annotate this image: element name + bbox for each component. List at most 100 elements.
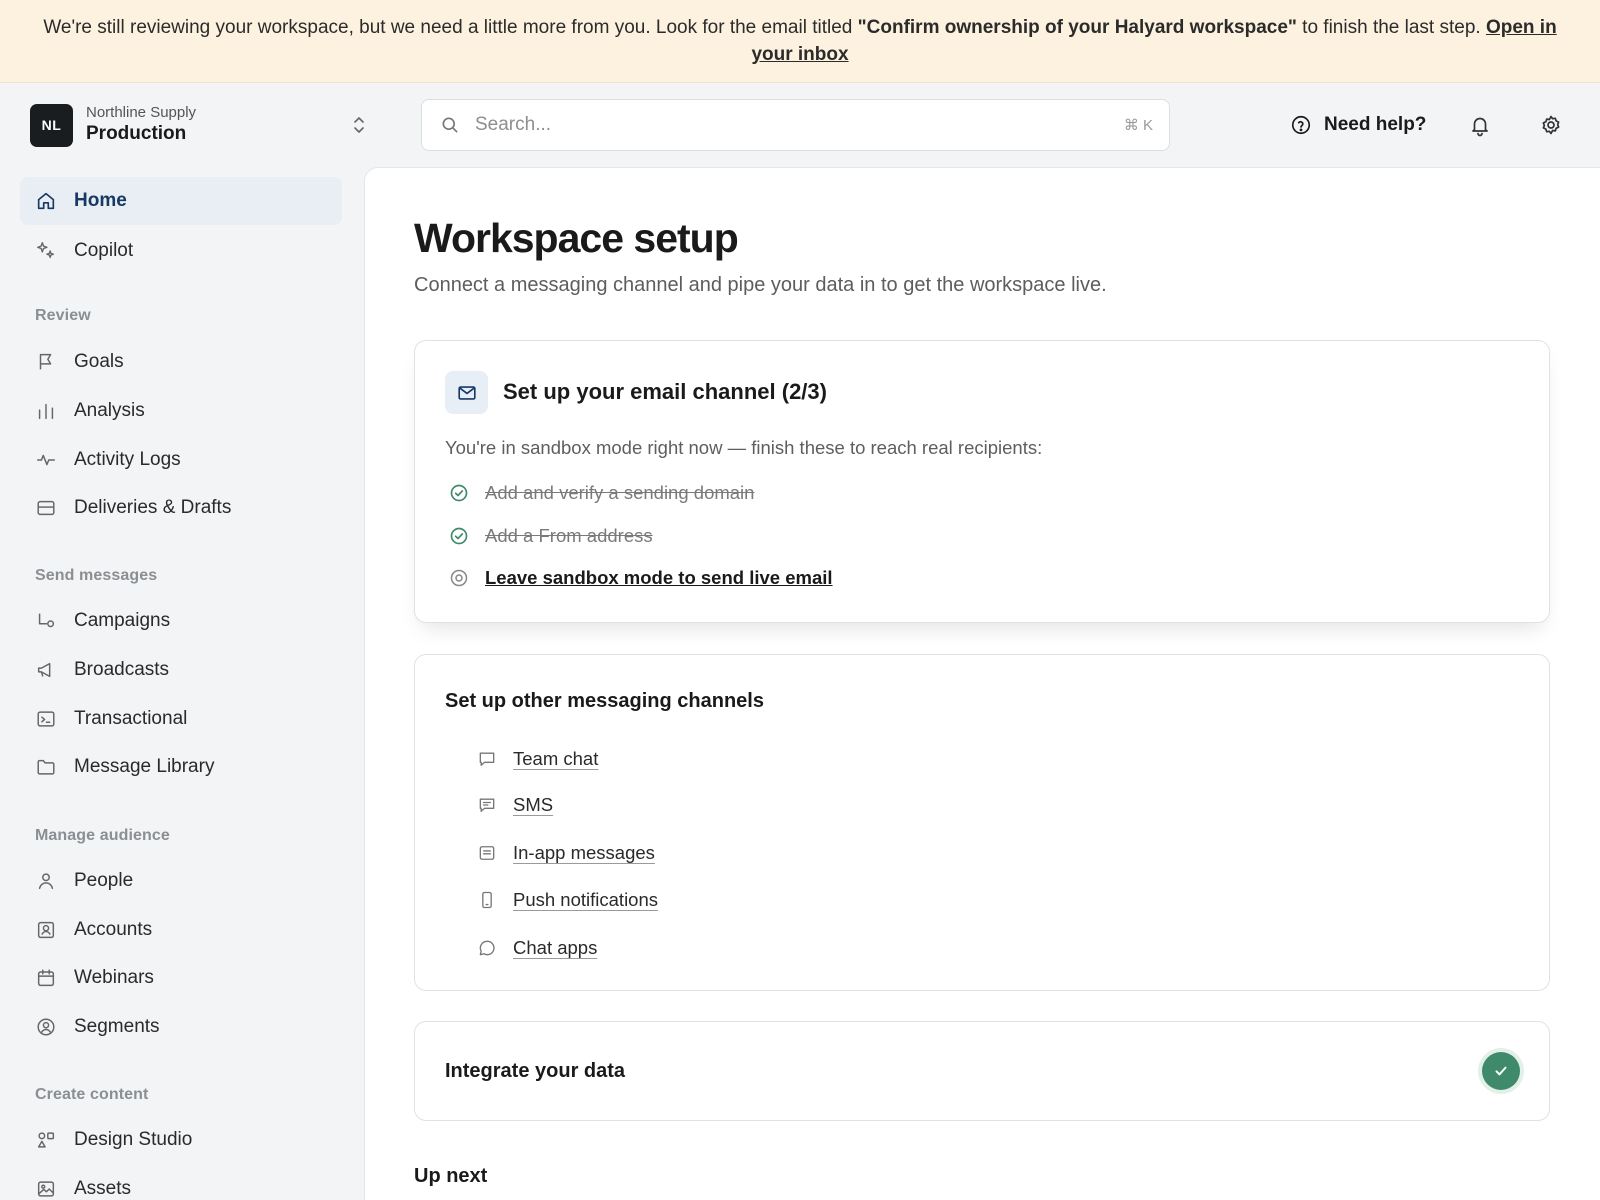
- sidebar-item-label: Home: [74, 190, 127, 211]
- banner-text: We're still reviewing your workspace, bu…: [43, 17, 858, 38]
- message-lines-icon: [479, 798, 495, 812]
- channel-in-app[interactable]: In-app messages: [477, 842, 655, 864]
- sidebar-item-label: Segments: [74, 1016, 160, 1037]
- nav-section-manage-audience: Manage audience: [35, 827, 170, 844]
- search-icon: [442, 117, 458, 133]
- channel-team-chat[interactable]: Team chat: [477, 748, 598, 770]
- sidebar-item-deliveries[interactable]: Deliveries & Drafts: [20, 484, 342, 532]
- sidebar-item-analysis[interactable]: Analysis: [20, 387, 342, 435]
- target-circle-icon: [450, 569, 468, 587]
- email-channel-icon-tile: [445, 371, 488, 414]
- sidebar-item-people[interactable]: People: [20, 857, 342, 905]
- sidebar-item-design-studio[interactable]: Design Studio: [20, 1116, 342, 1164]
- sidebar-item-label: Campaigns: [74, 610, 171, 631]
- need-help-button[interactable]: Need help?: [1290, 110, 1426, 140]
- image-icon: [37, 1181, 55, 1197]
- terminal-icon: [37, 711, 55, 727]
- nav-section-create-content: Create content: [35, 1086, 149, 1103]
- sidebar-item-label: Design Studio: [74, 1129, 193, 1150]
- sidebar-item-copilot[interactable]: Copilot: [20, 227, 342, 275]
- sidebar-item-label: Accounts: [74, 919, 153, 940]
- activity-pulse-icon: [37, 454, 55, 466]
- integrate-data-card[interactable]: Integrate your data: [414, 1021, 1550, 1121]
- sidebar-item-accounts[interactable]: Accounts: [20, 906, 342, 954]
- channel-chat-apps[interactable]: Chat apps: [477, 937, 597, 959]
- bar-chart-icon: [38, 403, 54, 420]
- folder-icon: [37, 759, 55, 775]
- sidebar-item-webinars[interactable]: Webinars: [20, 954, 342, 1002]
- leave-sandbox-link[interactable]: Leave sandbox mode to send live email: [485, 567, 833, 589]
- sidebar-item-goals[interactable]: Goals: [20, 338, 342, 386]
- check-circle-icon: [450, 527, 468, 545]
- sidebar-item-label: Deliveries & Drafts: [74, 497, 232, 518]
- sidebar-item-label: Activity Logs: [74, 449, 181, 470]
- workspace-env-name: Production: [86, 123, 187, 144]
- email-channel-card: Set up your email channel (2/3) You're i…: [414, 340, 1550, 623]
- sidebar-item-assets[interactable]: Assets: [20, 1165, 342, 1200]
- sidebar-item-label: Goals: [74, 351, 124, 372]
- mail-icon: [457, 385, 476, 400]
- page-title: Workspace setup: [414, 215, 739, 261]
- sidebar-item-activity-logs[interactable]: Activity Logs: [20, 436, 342, 484]
- inbox-tray-icon: [37, 500, 55, 516]
- sidebar-item-broadcasts[interactable]: Broadcasts: [20, 646, 342, 694]
- up-next-heading: Up next: [414, 1165, 488, 1187]
- sidebar-item-home[interactable]: Home: [20, 177, 342, 225]
- check-circle-icon: [450, 484, 468, 502]
- channel-sms[interactable]: SMS: [477, 794, 553, 816]
- search-input[interactable]: [475, 114, 1075, 136]
- checkmark-icon: [1495, 1066, 1507, 1076]
- channel-label[interactable]: SMS: [513, 794, 553, 816]
- calendar-icon: [37, 969, 55, 987]
- integrate-data-title: Integrate your data: [445, 1060, 626, 1082]
- complete-badge: [1482, 1052, 1520, 1090]
- sidebar-item-label: Broadcasts: [74, 659, 170, 680]
- bell-icon[interactable]: [1468, 113, 1492, 137]
- mobile-phone-icon: [482, 891, 492, 909]
- contact-card-icon: [37, 921, 55, 939]
- user-circle-icon: [37, 1018, 55, 1036]
- channel-label[interactable]: Chat apps: [513, 937, 597, 959]
- sidebar-item-label: Copilot: [74, 240, 134, 261]
- task-from-address: Add a From address: [449, 525, 653, 547]
- other-channels-title: Set up other messaging channels: [445, 690, 764, 712]
- banner-email-title: "Confirm ownership of your Halyard works…: [857, 17, 1297, 38]
- task-leave-sandbox[interactable]: Leave sandbox mode to send live email: [449, 567, 833, 589]
- sidebar-item-message-library[interactable]: Message Library: [20, 743, 342, 791]
- workspace-org-name: Northline Supply: [86, 104, 197, 121]
- help-circle-icon: [1291, 115, 1311, 135]
- need-help-label: Need help?: [1324, 114, 1427, 135]
- sidebar-item-label: Message Library: [74, 756, 215, 777]
- search-shortcut-hint: ⌘ K: [1123, 117, 1153, 134]
- nav-section-review: Review: [35, 307, 91, 324]
- channel-label[interactable]: Push notifications: [513, 889, 658, 911]
- chevron-up-down-icon[interactable]: [352, 115, 366, 135]
- sidebar-item-label: Assets: [74, 1178, 132, 1199]
- workspace-switcher[interactable]: NL Northline Supply Production: [30, 103, 376, 147]
- sidebar-item-label: People: [74, 870, 134, 891]
- email-channel-title: Set up your email channel (2/3): [503, 379, 827, 404]
- review-banner: We're still reviewing your workspace, bu…: [0, 0, 1600, 83]
- sidebar-item-campaigns[interactable]: Campaigns: [20, 597, 342, 645]
- sidebar-item-segments[interactable]: Segments: [20, 1003, 342, 1051]
- page-subtitle: Connect a messaging channel and pipe you…: [414, 274, 1107, 296]
- sparkle-icon: [37, 242, 55, 259]
- workflow-icon: [38, 613, 55, 628]
- channel-label[interactable]: Team chat: [513, 748, 598, 770]
- gear-icon[interactable]: [1539, 113, 1563, 137]
- search-bar[interactable]: ⌘ K: [421, 99, 1170, 151]
- chat-bubble-icon: [479, 752, 495, 766]
- home-icon: [37, 192, 55, 210]
- shapes-icon: [37, 1132, 55, 1148]
- sidebar-item-transactional[interactable]: Transactional: [20, 695, 342, 743]
- task-verify-domain: Add and verify a sending domain: [449, 482, 754, 504]
- channel-push[interactable]: Push notifications: [477, 889, 658, 911]
- person-icon: [38, 873, 54, 890]
- nav-section-send-messages: Send messages: [35, 567, 158, 584]
- banner-text-after: to finish the last step.: [1296, 17, 1486, 38]
- speech-bubble-icon: [479, 940, 495, 956]
- megaphone-icon: [37, 662, 51, 678]
- sidebar-item-label: Transactional: [74, 708, 188, 729]
- task-label: Add a From address: [485, 525, 653, 546]
- channel-label[interactable]: In-app messages: [513, 842, 655, 864]
